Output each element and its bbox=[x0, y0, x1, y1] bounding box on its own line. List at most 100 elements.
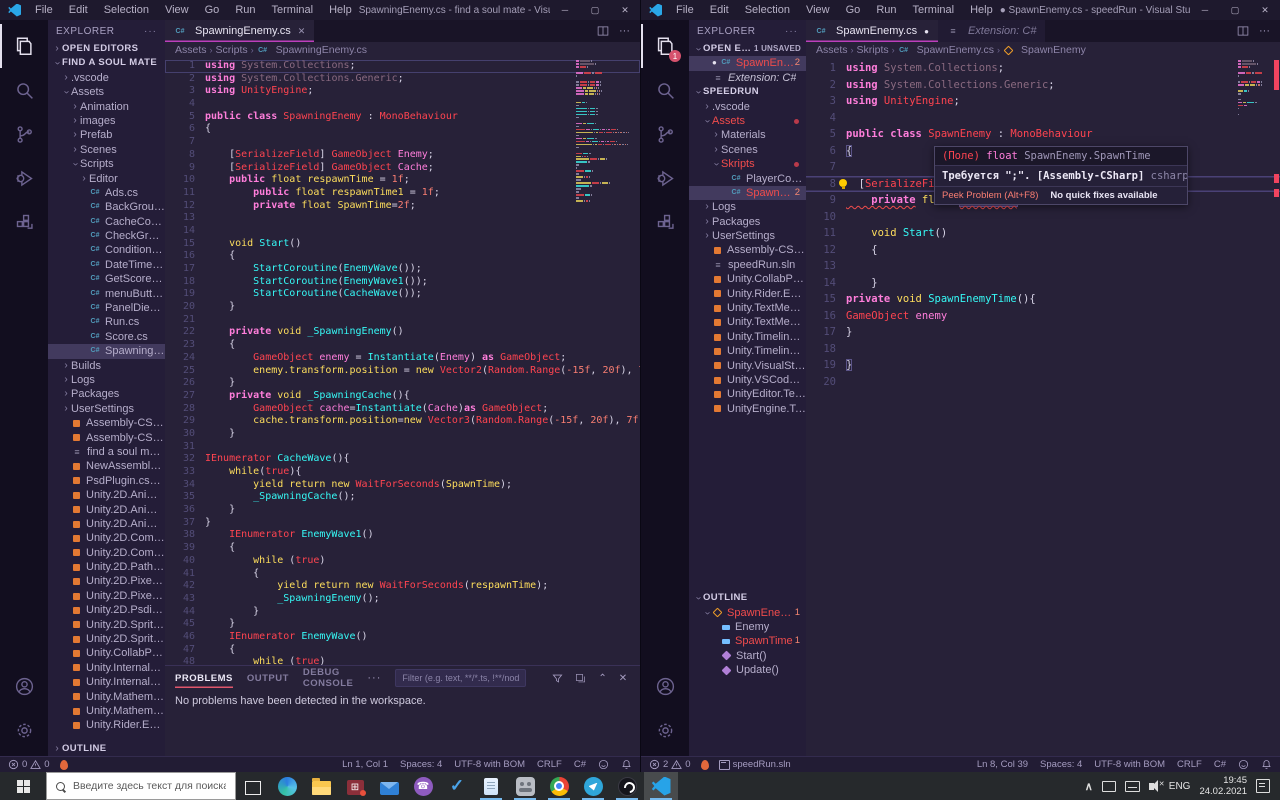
code-line[interactable]: 18 StartCoroutine(EnemyWave1()); bbox=[165, 276, 640, 289]
activity-settings-icon[interactable] bbox=[0, 708, 48, 752]
status-item[interactable]: Spaces: 4 bbox=[1040, 759, 1082, 770]
code-line[interactable]: 37} bbox=[165, 517, 640, 530]
minimap[interactable] bbox=[576, 60, 634, 203]
code-line[interactable]: 13 bbox=[165, 212, 640, 225]
menu-item-selection[interactable]: Selection bbox=[97, 2, 156, 18]
tree-item[interactable]: ›Logs bbox=[689, 200, 806, 214]
tree-item[interactable]: ›≡speedRun.sln bbox=[689, 258, 806, 272]
tree-item[interactable]: ›C#Condition.cs bbox=[48, 243, 165, 257]
code-line[interactable]: 9 [SerializeField] GameObject Cache; bbox=[165, 162, 640, 175]
tree-item[interactable]: ›Unity.2D.Animation.Run... bbox=[48, 503, 165, 517]
code-line[interactable]: 3using UnityEngine; bbox=[806, 93, 1280, 110]
tree-item[interactable]: ›PsdPlugin.csproj bbox=[48, 474, 165, 488]
problems-status-item[interactable]: 00 bbox=[8, 759, 50, 770]
panel-more-icon[interactable]: ··· bbox=[367, 672, 381, 684]
menu-item-run[interactable]: Run bbox=[228, 2, 262, 18]
tree-item[interactable]: ›UnityEditor.TestRunner.... bbox=[689, 387, 806, 401]
status-item[interactable]: Ln 1, Col 1 bbox=[342, 759, 388, 770]
menu-item-run[interactable]: Run bbox=[869, 2, 903, 18]
sidebar-more-icon[interactable]: ··· bbox=[144, 26, 157, 37]
tree-item[interactable]: ›C#PanelDieScore.cs bbox=[48, 301, 165, 315]
more-actions-icon[interactable]: ··· bbox=[1259, 25, 1270, 37]
minimize-button[interactable]: ─ bbox=[550, 0, 580, 20]
code-line[interactable]: 12 { bbox=[806, 242, 1280, 259]
tree-item[interactable]: ›Unity.VSCode.Editor.csp... bbox=[689, 373, 806, 387]
tree-item[interactable]: ›Unity.Mathematics.csproj bbox=[48, 690, 165, 704]
store-taskbar-button[interactable] bbox=[338, 772, 372, 800]
breadcrumb-item[interactable]: Assets bbox=[816, 44, 848, 56]
code-editor[interactable]: 1using System.Collections;2using System.… bbox=[165, 58, 640, 665]
menu-item-file[interactable]: File bbox=[669, 2, 701, 18]
status-item[interactable]: UTF-8 with BOM bbox=[1094, 759, 1165, 770]
code-line[interactable]: 45 } bbox=[165, 618, 640, 631]
tree-item[interactable]: ›Unity.InternalAPIEngine... bbox=[48, 675, 165, 689]
project-root[interactable]: ›SPEEDRUN bbox=[689, 85, 806, 99]
tree-item[interactable]: ›Unity.Mathematics.Edit... bbox=[48, 704, 165, 718]
code-line[interactable]: 38 IEnumerator EnemyWave1() bbox=[165, 529, 640, 542]
tree-item[interactable]: ›Unity.CollabProxy.Editor... bbox=[48, 646, 165, 660]
feedback-icon[interactable] bbox=[598, 759, 609, 770]
code-line[interactable]: 44 } bbox=[165, 606, 640, 619]
menu-item-view[interactable]: View bbox=[158, 2, 196, 18]
code-line[interactable]: 23 { bbox=[165, 339, 640, 352]
edge-taskbar-button[interactable] bbox=[270, 772, 304, 800]
code-line[interactable]: 3using UnityEngine; bbox=[165, 85, 640, 98]
unity-attach-icon[interactable] bbox=[701, 760, 709, 770]
editor-tab[interactable]: ≡Extension: C# bbox=[938, 20, 1045, 42]
problems-filter-input[interactable] bbox=[395, 669, 526, 687]
activity-search-icon[interactable] bbox=[641, 68, 689, 112]
close-tab-icon[interactable]: ✕ bbox=[298, 26, 306, 37]
action-center-icon[interactable] bbox=[1256, 779, 1270, 793]
open-editor-item[interactable]: ›≡Extension: C# bbox=[689, 71, 806, 85]
code-line[interactable]: 33 while(true){ bbox=[165, 466, 640, 479]
code-line[interactable]: 28 GameObject cache=Instantiate(Cache)as… bbox=[165, 403, 640, 416]
language-indicator[interactable]: ENG bbox=[1169, 781, 1191, 792]
menu-item-edit[interactable]: Edit bbox=[703, 2, 736, 18]
status-item[interactable]: UTF-8 with BOM bbox=[454, 759, 525, 770]
activity-search-icon[interactable] bbox=[0, 68, 48, 112]
outline-item[interactable]: ›Update() bbox=[689, 663, 806, 677]
task-view-taskbar-button[interactable] bbox=[236, 772, 270, 800]
group-by-icon[interactable] bbox=[575, 673, 586, 684]
tree-item[interactable]: ›Unity.2D.Animation.Tria... bbox=[48, 517, 165, 531]
code-line[interactable]: 34 yield return new WaitForSeconds(Spawn… bbox=[165, 479, 640, 492]
activity-source-control-icon[interactable] bbox=[641, 112, 689, 156]
panel-tab-problems[interactable]: PROBLEMS bbox=[175, 669, 233, 688]
code-line[interactable]: 7 bbox=[165, 136, 640, 149]
explorer-taskbar-button[interactable] bbox=[304, 772, 338, 800]
tree-item[interactable]: ›C#PlayerController.cs bbox=[689, 172, 806, 186]
code-editor[interactable]: 1using System.Collections;2using System.… bbox=[806, 58, 1280, 756]
tree-item[interactable]: ›Skripts bbox=[689, 157, 806, 171]
code-line[interactable]: 12 private float SpawnTime=2f; bbox=[165, 200, 640, 213]
code-line[interactable]: 26 } bbox=[165, 377, 640, 390]
activity-source-control-icon[interactable] bbox=[0, 112, 48, 156]
tree-item[interactable]: ›C#Ads.cs bbox=[48, 186, 165, 200]
code-line[interactable]: 20 bbox=[806, 374, 1280, 391]
code-line[interactable]: 48 while (true) bbox=[165, 656, 640, 665]
tree-item[interactable]: ›Unity.TextMeshPro.Edit... bbox=[689, 315, 806, 329]
split-editor-icon[interactable] bbox=[1237, 25, 1249, 37]
touch-keyboard-icon[interactable] bbox=[1125, 781, 1140, 792]
tree-item[interactable]: ›C#Run.cs bbox=[48, 315, 165, 329]
code-line[interactable]: 30 } bbox=[165, 428, 640, 441]
people-taskbar-button[interactable] bbox=[508, 772, 542, 800]
outline-header[interactable]: ›OUTLINE bbox=[48, 742, 165, 756]
todo-taskbar-button[interactable] bbox=[440, 772, 474, 800]
code-line[interactable]: 11 public float respawnTime1 = 1f; bbox=[165, 187, 640, 200]
tree-item[interactable]: ›Unity.2D.SpriteShape.R... bbox=[48, 632, 165, 646]
tree-item[interactable]: ›Animation bbox=[48, 100, 165, 114]
code-line[interactable]: 29 cache.transform.position=new Vector3(… bbox=[165, 415, 640, 428]
tree-item[interactable]: ›Assembly-CSharp.csproj bbox=[48, 431, 165, 445]
more-actions-icon[interactable]: ··· bbox=[619, 25, 630, 37]
code-line[interactable]: 5public class SpawnEnemy : MonoBehaviour bbox=[806, 126, 1280, 143]
outline-item[interactable]: ›Start() bbox=[689, 649, 806, 663]
lightbulb-icon[interactable] bbox=[839, 179, 847, 187]
code-line[interactable]: 25 enemy.transform.position = new Vector… bbox=[165, 365, 640, 378]
tree-item[interactable]: ›Assembly-CSharp-Edito... bbox=[48, 416, 165, 430]
taskbar-search-input[interactable]: Введите здесь текст для поиска bbox=[46, 772, 236, 800]
outline-item[interactable]: ›SpawnEnemy1 bbox=[689, 606, 806, 620]
code-line[interactable]: 22 private void _SpawningEnemy() bbox=[165, 326, 640, 339]
activity-account-icon[interactable] bbox=[0, 664, 48, 708]
outline-item[interactable]: ›Enemy bbox=[689, 620, 806, 634]
code-line[interactable]: 10 public float respawnTime = 1f; bbox=[165, 174, 640, 187]
